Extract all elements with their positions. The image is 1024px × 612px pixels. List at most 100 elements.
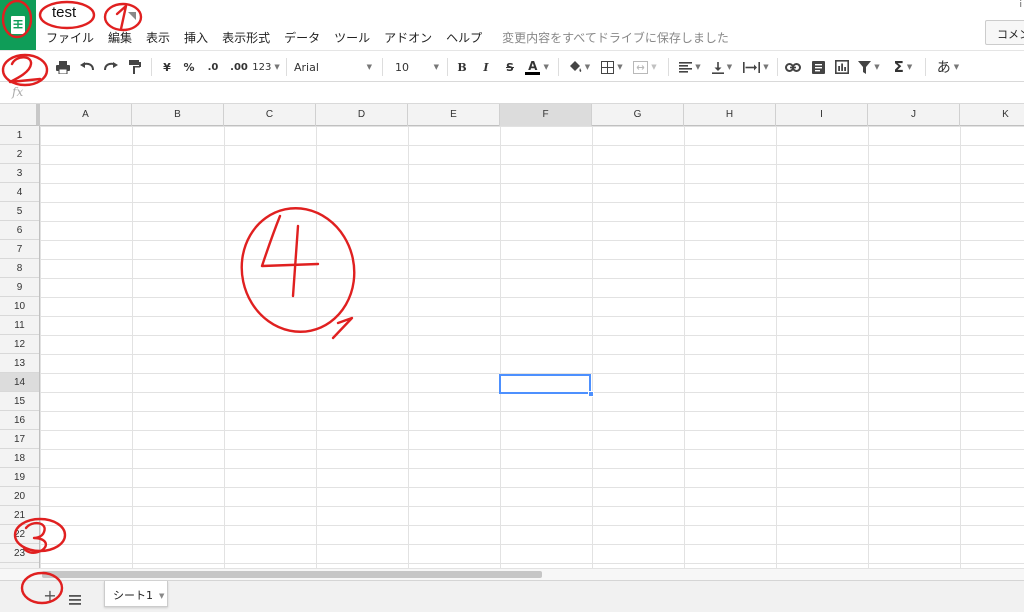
- merge-cells-button[interactable]: ▼: [630, 57, 660, 77]
- toolbar-divider: [925, 58, 926, 76]
- menu-view[interactable]: 表示: [146, 29, 170, 46]
- horizontal-align-button[interactable]: ▼: [676, 57, 704, 77]
- percent-format-button[interactable]: %: [180, 57, 198, 77]
- functions-button[interactable]: Σ ▼: [888, 57, 918, 77]
- chevron-down-icon: ▼: [874, 63, 880, 71]
- input-tools-button[interactable]: あ ▼: [932, 57, 964, 77]
- column-header-g[interactable]: G: [592, 104, 684, 126]
- sheet-tab[interactable]: シート1 ▼: [104, 581, 168, 607]
- row-header-16[interactable]: 16: [0, 411, 39, 430]
- increase-decimal-button[interactable]: .00: [226, 57, 252, 77]
- toolbar-divider: [286, 58, 287, 76]
- menu-format[interactable]: 表示形式: [222, 29, 270, 46]
- row-header-12[interactable]: 12: [0, 335, 39, 354]
- row-header-22[interactable]: 22: [0, 525, 39, 544]
- text-wrap-icon: [743, 61, 761, 73]
- menu-insert[interactable]: 挿入: [184, 29, 208, 46]
- row-header-19[interactable]: 19: [0, 468, 39, 487]
- menu-data[interactable]: データ: [284, 29, 320, 46]
- row-header-11[interactable]: 11: [0, 316, 39, 335]
- document-title[interactable]: test: [46, 3, 82, 22]
- print-icon[interactable]: [54, 57, 72, 77]
- sheets-logo-icon[interactable]: [0, 0, 36, 50]
- italic-button[interactable]: I: [477, 57, 495, 77]
- column-header-k[interactable]: K: [960, 104, 1024, 126]
- column-header-b[interactable]: B: [132, 104, 224, 126]
- paint-bucket-icon: [569, 61, 582, 72]
- active-cell-F14[interactable]: [499, 374, 591, 394]
- align-bottom-icon: [711, 61, 724, 74]
- decrease-decimal-button[interactable]: .0: [201, 57, 225, 77]
- menu-help[interactable]: ヘルプ: [446, 29, 482, 46]
- toolbar-divider: [668, 58, 669, 76]
- undo-icon[interactable]: [78, 57, 96, 77]
- more-formats-label: 123: [252, 61, 272, 73]
- column-header-i[interactable]: I: [776, 104, 868, 126]
- filter-button[interactable]: ▼: [854, 57, 884, 77]
- select-all-corner[interactable]: [0, 104, 40, 126]
- chevron-down-icon: ▼: [433, 63, 439, 71]
- fill-color-button[interactable]: ▼: [565, 57, 593, 77]
- strikethrough-button[interactable]: S: [501, 57, 519, 77]
- row-header-5[interactable]: 5: [0, 202, 39, 221]
- formula-bar[interactable]: fx: [0, 82, 1024, 104]
- toolbar-divider: [382, 58, 383, 76]
- row-header-13[interactable]: 13: [0, 354, 39, 373]
- row-header-18[interactable]: 18: [0, 449, 39, 468]
- borders-button[interactable]: ▼: [598, 57, 626, 77]
- row-header-4[interactable]: 4: [0, 183, 39, 202]
- paint-format-icon[interactable]: [126, 57, 144, 77]
- column-header-j[interactable]: J: [868, 104, 960, 126]
- row-header-15[interactable]: 15: [0, 392, 39, 411]
- row-header-3[interactable]: 3: [0, 164, 39, 183]
- row-header-2[interactable]: 2: [0, 145, 39, 164]
- row-header-6[interactable]: 6: [0, 221, 39, 240]
- row-header-20[interactable]: 20: [0, 487, 39, 506]
- cell-grid[interactable]: ABCDEFGHIJK 1 2 3 4 5 6 7 8 9 10 11 12 13 14 15 16 17 18 1…: [0, 104, 1024, 568]
- column-header-e[interactable]: E: [408, 104, 500, 126]
- bold-button[interactable]: B: [453, 57, 471, 77]
- insert-chart-icon[interactable]: [832, 57, 852, 77]
- vertical-align-button[interactable]: ▼: [708, 57, 736, 77]
- column-header-f[interactable]: F: [500, 104, 592, 126]
- sigma-icon: Σ: [893, 58, 904, 76]
- fill-handle[interactable]: [588, 391, 594, 397]
- menu-edit[interactable]: 編集: [108, 29, 132, 46]
- column-header-c[interactable]: C: [224, 104, 316, 126]
- toolbar: ¥ % .0 .00 123 ▼ Arial ▼ 10 ▼ B I S A ▼ ▼ ▼ …: [0, 50, 1024, 82]
- column-header-a[interactable]: A: [40, 104, 132, 126]
- fx-label: fx: [12, 85, 24, 99]
- comments-button[interactable]: コメント: [985, 20, 1024, 45]
- menu-tools[interactable]: ツール: [334, 29, 370, 46]
- row-header-21[interactable]: 21: [0, 506, 39, 525]
- menu-file[interactable]: ファイル: [46, 29, 94, 46]
- spreadsheet-app: test ファイル 編集 表示 挿入 表示形式 データ ツール アドオン ヘルプ…: [0, 0, 1024, 612]
- star-icon[interactable]: [110, 6, 138, 26]
- redo-icon[interactable]: [102, 57, 120, 77]
- row-header-1[interactable]: 1: [0, 126, 39, 145]
- text-wrap-button[interactable]: ▼: [740, 57, 772, 77]
- row-header-7[interactable]: 7: [0, 240, 39, 259]
- row-header-10[interactable]: 10: [0, 297, 39, 316]
- row-header-17[interactable]: 17: [0, 430, 39, 449]
- font-family-select[interactable]: Arial ▼: [292, 57, 374, 77]
- row-header-23[interactable]: 23: [0, 544, 39, 563]
- column-header-h[interactable]: H: [684, 104, 776, 126]
- horizontal-scrollbar[interactable]: [0, 568, 1024, 580]
- row-header-14[interactable]: 14: [0, 373, 39, 392]
- menu-addons[interactable]: アドオン: [384, 29, 432, 46]
- top-right-mark: i: [1019, 0, 1022, 10]
- font-size-select[interactable]: 10 ▼: [393, 57, 441, 77]
- scrollbar-thumb[interactable]: [42, 571, 542, 578]
- row-header-8[interactable]: 8: [0, 259, 39, 278]
- insert-link-icon[interactable]: [783, 57, 803, 77]
- row-header-9[interactable]: 9: [0, 278, 39, 297]
- currency-format-button[interactable]: ¥: [158, 57, 176, 77]
- chevron-down-icon: ▼: [617, 63, 623, 71]
- column-header-d[interactable]: D: [316, 104, 408, 126]
- sheet-list-icon[interactable]: [69, 590, 81, 609]
- more-formats-button[interactable]: 123 ▼: [251, 57, 281, 77]
- insert-comment-icon[interactable]: [808, 57, 828, 77]
- add-sheet-icon[interactable]: +: [41, 587, 59, 605]
- text-color-button[interactable]: A ▼: [522, 57, 552, 77]
